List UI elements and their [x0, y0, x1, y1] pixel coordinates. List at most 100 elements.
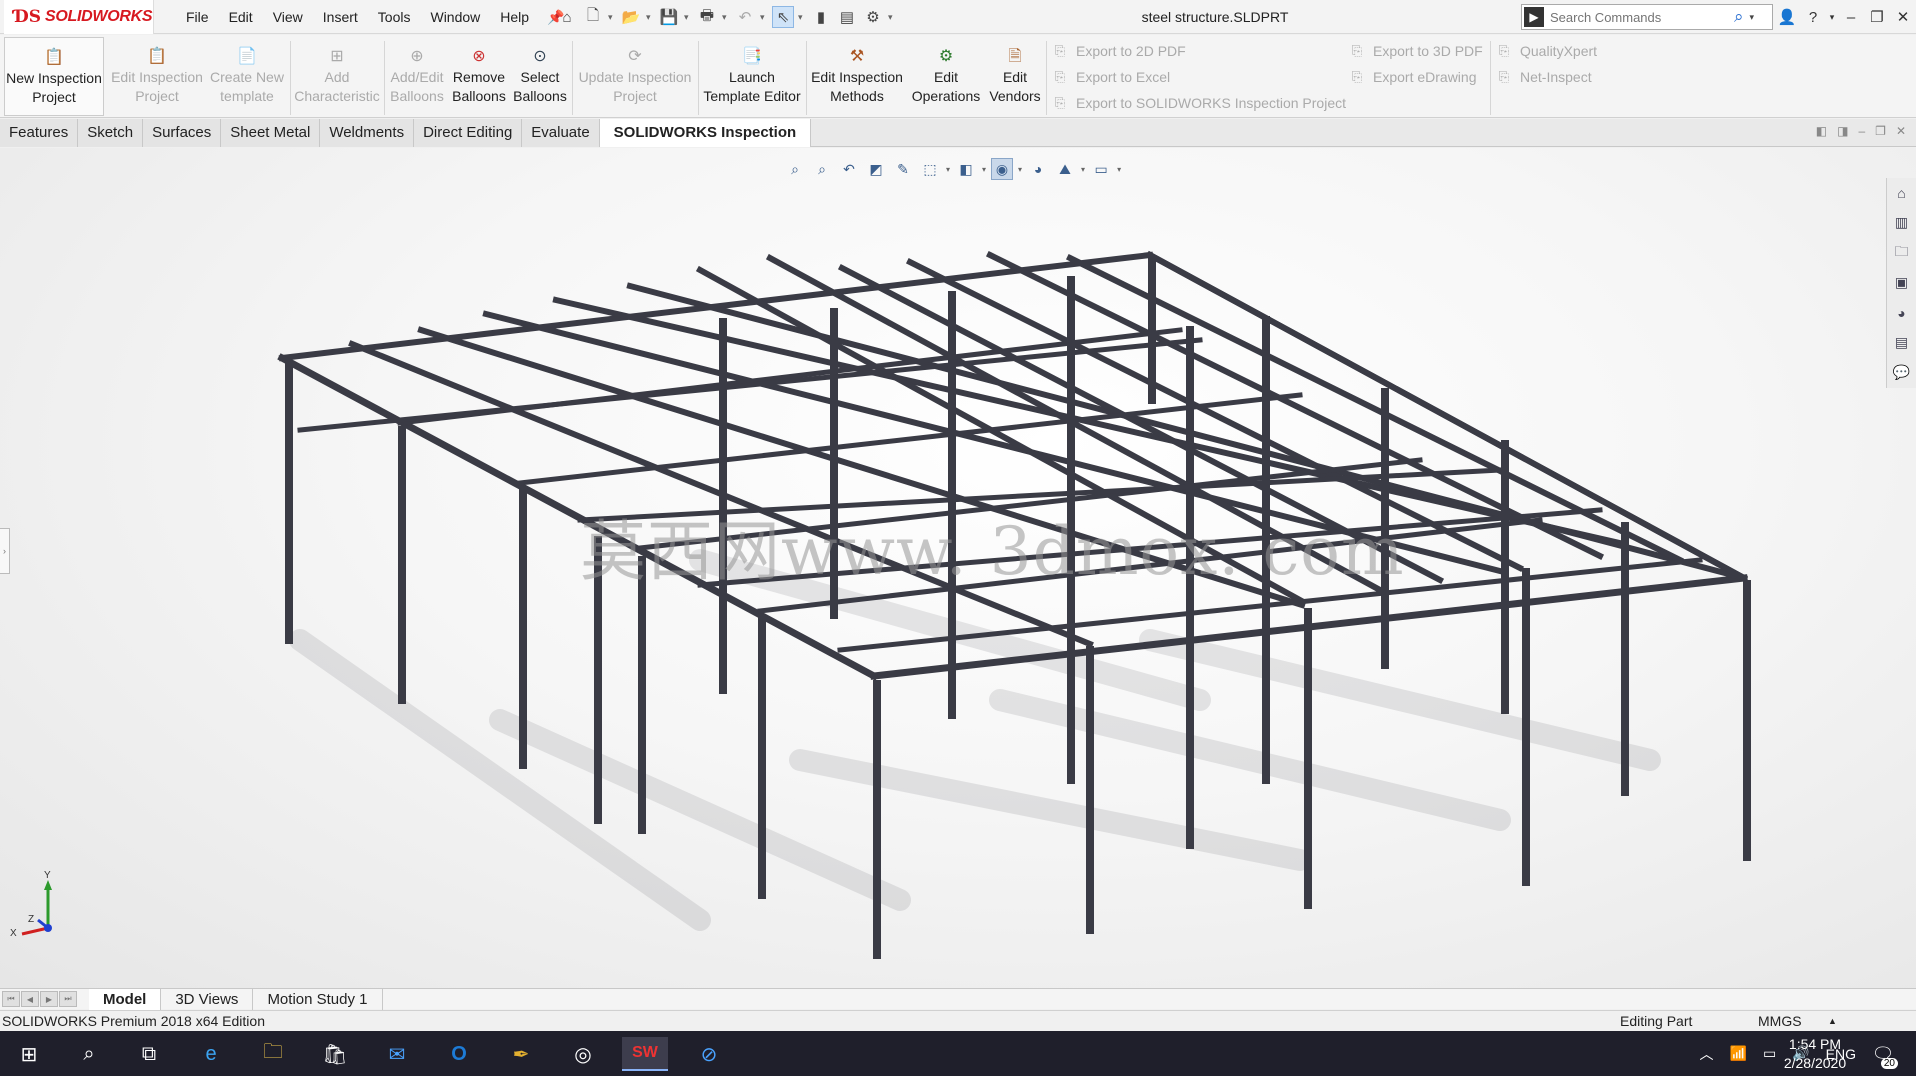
home-icon[interactable]: ⌂ — [556, 6, 578, 28]
new-document-icon[interactable]: 🗋 — [582, 6, 604, 28]
compass-app-icon[interactable]: ⊘ — [686, 1037, 732, 1071]
qualityxpert-button[interactable]: ⎘ QualityXpert — [1496, 40, 1597, 62]
tab-solidworks-inspection[interactable]: SOLIDWORKS Inspection — [599, 119, 812, 147]
search-taskbar-icon[interactable]: ⌕ — [66, 1037, 112, 1071]
solidworks-taskbar-icon[interactable]: SW — [622, 1037, 668, 1071]
viewport-minimize-icon[interactable]: – — [1858, 124, 1865, 138]
edit-inspection-methods-button[interactable]: ⚒ Edit Inspection Methods — [808, 45, 906, 115]
traffic-light-icon[interactable]: ▮ — [810, 6, 832, 28]
store-icon[interactable]: 🛍 — [312, 1037, 358, 1071]
export-2d-pdf-button[interactable]: ⎘ Export to 2D PDF — [1052, 40, 1186, 62]
tab-surfaces[interactable]: Surfaces — [143, 119, 222, 147]
user-icon[interactable]: 👤 — [1774, 8, 1800, 26]
viewport-close-icon[interactable]: ✕ — [1896, 124, 1906, 138]
file-properties-icon[interactable]: ▤ — [836, 6, 858, 28]
net-inspect-button[interactable]: ⎘ Net-Inspect — [1496, 66, 1592, 88]
task-view-icon[interactable]: ⧉ — [126, 1037, 172, 1071]
export-3d-pdf-button[interactable]: ⎘ Export to 3D PDF — [1349, 40, 1483, 62]
edge-browser-icon[interactable]: e — [188, 1037, 234, 1071]
save-icon[interactable]: 💾 — [658, 6, 680, 28]
units-dropdown-icon[interactable]: ▲ — [1828, 1011, 1837, 1031]
help-dropdown-icon[interactable]: ▾ — [1826, 12, 1838, 23]
select-balloons-button[interactable]: ⊙ Select Balloons — [512, 45, 568, 115]
select-dropdown-icon[interactable]: ▾ — [798, 12, 806, 23]
clock[interactable]: 1:54 PM 2/28/2020 — [1770, 1035, 1860, 1073]
graphics-area[interactable]: ⌕ ⌕ ↶ ◩ ✎ ⬚ ▾ ◧ ▾ ◉ ▾ ◕ ⛰ ▾ ▭ ▾ › 莫西网www… — [0, 148, 1916, 988]
appearances-icon[interactable]: ◕ — [1891, 302, 1913, 323]
menu-insert[interactable]: Insert — [313, 0, 368, 34]
windows-start-icon[interactable]: ⊞ — [6, 1037, 52, 1071]
wifi-icon[interactable]: 📶 — [1730, 1045, 1747, 1062]
add-characteristic-button[interactable]: ⊞ Add Characteristic — [294, 45, 380, 115]
search-icon[interactable]: ⌕ — [1734, 7, 1744, 27]
add-edit-balloons-button[interactable]: ⊕ Add/Edit Balloons — [386, 45, 448, 115]
launch-template-editor-button[interactable]: 📑 Launch Template Editor — [700, 45, 804, 115]
unit-system-selector[interactable]: MMGS — [1758, 1011, 1802, 1031]
menu-window[interactable]: Window — [420, 0, 490, 34]
custom-properties-icon[interactable]: ▤ — [1891, 332, 1913, 353]
solidworks-forum-icon[interactable]: 💬 — [1891, 362, 1913, 383]
create-new-template-button[interactable]: 📄 Create New template — [208, 45, 286, 115]
print-dropdown-icon[interactable]: ▾ — [722, 12, 730, 23]
options-dropdown-icon[interactable]: ▾ — [888, 12, 896, 23]
options-gear-icon[interactable]: ⚙ — [862, 6, 884, 28]
edit-inspection-project-button[interactable]: 📋 Edit Inspection Project — [110, 45, 204, 115]
export-inspection-project-button[interactable]: ⎘ Export to SOLIDWORKS Inspection Project — [1052, 92, 1346, 114]
print-icon[interactable]: 🖶 — [696, 6, 718, 28]
remove-balloons-button[interactable]: ⊗ Remove Balloons — [450, 45, 508, 115]
close-icon[interactable]: ✕ — [1890, 8, 1916, 26]
next-tab-icon[interactable]: ▶ — [40, 991, 58, 1007]
tab-model[interactable]: Model — [89, 988, 162, 1010]
menu-help[interactable]: Help — [490, 0, 539, 34]
menu-file[interactable]: File — [176, 0, 219, 34]
menu-tools[interactable]: Tools — [368, 0, 421, 34]
tab-features[interactable]: Features — [0, 119, 79, 147]
update-inspection-project-button[interactable]: ⟳ Update Inspection Project — [576, 45, 694, 115]
minimize-icon[interactable]: – — [1838, 9, 1864, 26]
solidworks-logo[interactable]: ƊS SOLIDWORKS — [4, 0, 154, 34]
undo-icon[interactable]: ↶ — [734, 6, 756, 28]
new-inspection-project-button[interactable]: 📋 New Inspection Project — [4, 37, 104, 116]
design-library-icon[interactable]: ▥ — [1891, 212, 1913, 233]
first-tab-icon[interactable]: ⏮ — [2, 991, 20, 1007]
app-launcher-icon[interactable]: ◎ — [560, 1037, 606, 1071]
tab-sheet-metal[interactable]: Sheet Metal — [221, 119, 321, 147]
mail-icon[interactable]: ✉ — [374, 1037, 420, 1071]
tab-evaluate[interactable]: Evaluate — [522, 119, 600, 147]
file-explorer-taskbar-icon[interactable]: 🗀 — [250, 1037, 296, 1071]
edit-vendors-button[interactable]: 🗎 Edit Vendors — [986, 45, 1044, 115]
tab-motion-study[interactable]: Motion Study 1 — [253, 988, 383, 1010]
tab-direct-editing[interactable]: Direct Editing — [414, 119, 523, 147]
pen-app-icon[interactable]: ✒ — [498, 1037, 544, 1071]
last-tab-icon[interactable]: ⏭ — [59, 991, 77, 1007]
tab-weldments[interactable]: Weldments — [320, 119, 415, 147]
restore-icon[interactable]: ❐ — [1864, 8, 1890, 26]
menu-edit[interactable]: Edit — [219, 0, 263, 34]
view-palette-icon[interactable]: ▣ — [1891, 272, 1913, 293]
select-cursor-icon[interactable]: ⇖ — [772, 6, 794, 28]
prev-tab-icon[interactable]: ◀ — [21, 991, 39, 1007]
help-icon[interactable]: ? — [1800, 9, 1826, 26]
action-center-icon[interactable]: 🗨 20 — [1868, 1039, 1898, 1069]
tile-left-icon[interactable]: ◧ — [1816, 124, 1827, 138]
tile-right-icon[interactable]: ◨ — [1837, 124, 1848, 138]
export-edrawing-button[interactable]: ⎘ Export eDrawing — [1349, 66, 1477, 88]
menu-view[interactable]: View — [263, 0, 313, 34]
edit-operations-button[interactable]: ⚙ Edit Operations — [908, 45, 984, 115]
export-excel-button[interactable]: ⎘ Export to Excel — [1052, 66, 1170, 88]
solidworks-resources-icon[interactable]: ⌂ — [1891, 182, 1913, 203]
viewport-restore-icon[interactable]: ❐ — [1875, 124, 1886, 138]
file-explorer-icon[interactable]: 🗀 — [1891, 242, 1913, 263]
open-dropdown-icon[interactable]: ▾ — [646, 12, 654, 23]
open-icon[interactable]: 📂 — [620, 6, 642, 28]
search-input[interactable] — [1550, 9, 1730, 25]
tab-3d-views[interactable]: 3D Views — [161, 988, 254, 1010]
search-commands[interactable]: ▶ ⌕ ▾ — [1521, 4, 1773, 30]
search-dropdown-icon[interactable]: ▾ — [1750, 12, 1755, 23]
tray-chevron-icon[interactable]: ︿ — [1700, 1044, 1714, 1064]
undo-dropdown-icon[interactable]: ▾ — [760, 12, 768, 23]
save-dropdown-icon[interactable]: ▾ — [684, 12, 692, 23]
outlook-icon[interactable]: O — [436, 1037, 482, 1071]
tab-sketch[interactable]: Sketch — [78, 119, 144, 147]
new-dropdown-icon[interactable]: ▾ — [608, 12, 616, 23]
